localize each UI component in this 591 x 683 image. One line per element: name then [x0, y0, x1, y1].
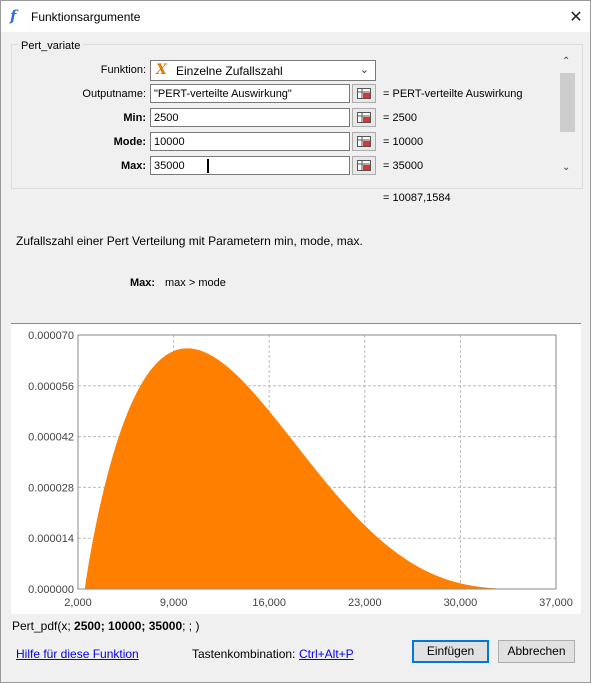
min-input[interactable]: 2500 [150, 108, 350, 127]
funktion-select[interactable]: X Einzelne Zufallszahl ⌄ [150, 60, 376, 81]
distribution-chart: 2,000 9,000 16,000 23,000 30,000 37,000 0.0000… [11, 323, 581, 614]
outputname-result: = PERT-verteilte Auswirkung [383, 88, 523, 100]
x-tick-label: 9,000 [160, 597, 188, 609]
random-function-icon: X [156, 62, 167, 78]
x-tick-label: 23,000 [348, 597, 382, 609]
formula-suffix: ; ; ) [182, 619, 200, 633]
pdf-formula: Pert_pdf(x; 2500; 10000; 35000; ; ) [12, 619, 199, 633]
param-help-text: max > mode [165, 277, 226, 289]
mode-label: Mode: [113, 136, 146, 148]
chevron-down-icon[interactable]: ⌄ [360, 63, 369, 76]
cell-reference-icon [357, 160, 371, 171]
y-tick-label: 0.000056 [28, 381, 74, 393]
arguments-scrollbar[interactable]: ⌃ ⌄ [559, 56, 576, 180]
x-tick-label: 37,000 [539, 597, 573, 609]
max-ref-button[interactable] [352, 156, 376, 175]
min-ref-button[interactable] [352, 108, 376, 127]
close-icon[interactable]: ✕ [567, 7, 585, 27]
min-label: Min: [123, 112, 146, 124]
help-link[interactable]: Hilfe für diese Funktion [16, 647, 139, 661]
x-tick-label: 30,000 [444, 597, 478, 609]
min-result: = 2500 [383, 112, 417, 124]
cell-reference-icon [357, 136, 371, 147]
formula-result: = 10087,1584 [383, 192, 451, 204]
y-tick-label: 0.000000 [28, 584, 74, 596]
mode-result: = 10000 [383, 136, 424, 148]
param-help-name: Max: [130, 277, 156, 289]
scroll-down-icon[interactable]: ⌄ [562, 162, 570, 173]
outputname-label: Outputname: [82, 88, 146, 100]
insert-button[interactable]: Einfügen [412, 640, 489, 663]
scrollbar-thumb[interactable] [560, 73, 575, 132]
cancel-button[interactable]: Abbrechen [498, 640, 575, 663]
max-label: Max: [120, 160, 146, 172]
y-tick-label: 0.000014 [28, 533, 74, 545]
y-tick-label: 0.000070 [28, 330, 74, 342]
shortcut-link[interactable]: Ctrl+Alt+P [299, 647, 354, 661]
max-input[interactable]: 35000 [150, 156, 350, 175]
mode-input[interactable]: 10000 [150, 132, 350, 151]
y-tick-label: 0.000028 [28, 482, 74, 494]
shortcut-label: Tastenkombination: [192, 647, 296, 661]
max-result: = 35000 [383, 160, 424, 172]
funktion-select-value: Einzelne Zufallszahl [176, 64, 283, 78]
group-title: Pert_variate [18, 40, 84, 52]
title-bar: f Funktionsargumente ✕ [1, 1, 590, 32]
chart-svg: 2,000 9,000 16,000 23,000 30,000 37,000 0.0000… [28, 330, 573, 609]
x-tick-label: 16,000 [252, 597, 286, 609]
scroll-up-icon[interactable]: ⌃ [562, 56, 570, 67]
y-tick-label: 0.000042 [28, 432, 74, 444]
formula-args: 2500; 10000; 35000 [74, 619, 183, 633]
text-cursor [207, 159, 209, 173]
x-tick-label: 2,000 [64, 597, 92, 609]
formula-prefix: Pert_pdf(x; [12, 619, 75, 633]
mode-ref-button[interactable] [352, 132, 376, 151]
outputname-ref-button[interactable] [352, 84, 376, 103]
function-description: Zufallszahl einer Pert Verteilung mit Pa… [16, 234, 363, 248]
dialog-title: Funktionsargumente [31, 10, 141, 24]
cell-reference-icon [357, 112, 371, 123]
cell-reference-icon [357, 88, 371, 99]
outputname-input[interactable]: "PERT-verteilte Auswirkung" [150, 84, 350, 103]
function-icon: f [10, 7, 17, 25]
funktion-label: Funktion: [100, 64, 146, 76]
